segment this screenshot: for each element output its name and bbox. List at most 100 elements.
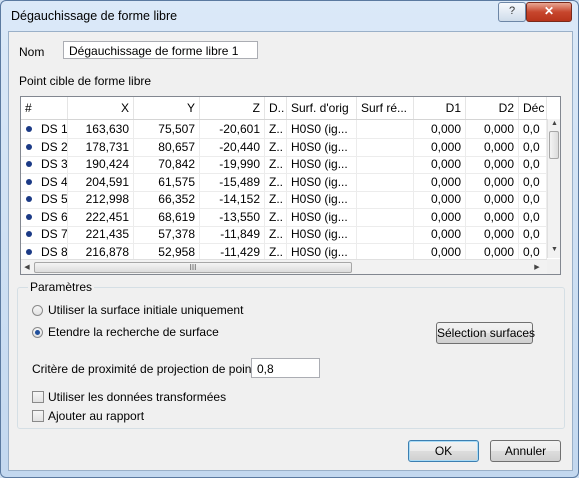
cell-surf_orig[interactable]: H0S0 (ig... bbox=[287, 207, 357, 226]
cell-surf_re[interactable] bbox=[357, 225, 414, 243]
cell-y[interactable]: 57,378 bbox=[134, 225, 200, 243]
cell-x[interactable]: 216,878 bbox=[68, 242, 134, 261]
cell-z[interactable]: -11,429 bbox=[200, 242, 265, 261]
horizontal-scroll-thumb[interactable]: III bbox=[34, 262, 352, 273]
cell-id[interactable]: DS 7 bbox=[21, 225, 68, 243]
cell-d1[interactable]: 0,000 bbox=[414, 155, 466, 173]
radio-extend-search[interactable] bbox=[32, 327, 43, 338]
cell-surf_orig[interactable]: H0S0 (ig... bbox=[287, 155, 357, 173]
cell-z[interactable]: -20,440 bbox=[200, 137, 265, 156]
cell-d2[interactable]: 0,000 bbox=[466, 172, 519, 191]
surface-selection-button[interactable]: Sélection surfaces bbox=[436, 322, 535, 344]
cell-surf_re[interactable] bbox=[357, 242, 414, 261]
radio-initial-surface-label[interactable]: Utiliser la surface initiale uniquement bbox=[48, 303, 243, 317]
cell-d1[interactable]: 0,000 bbox=[414, 242, 466, 261]
cell-y[interactable]: 80,657 bbox=[134, 137, 200, 156]
cell-d2[interactable]: 0,000 bbox=[466, 120, 519, 138]
cell-d2[interactable]: 0,000 bbox=[466, 207, 519, 226]
cell-id[interactable]: DS 6 bbox=[21, 207, 68, 226]
cell-d[interactable]: Z.. bbox=[265, 190, 287, 208]
cell-d2[interactable]: 0,000 bbox=[466, 242, 519, 261]
name-input[interactable]: Dégauchissage de forme libre 1 bbox=[63, 41, 258, 59]
cell-surf_re[interactable] bbox=[357, 120, 414, 138]
column-header-dec[interactable]: Déc bbox=[519, 97, 547, 119]
column-header-y[interactable]: Y bbox=[134, 97, 200, 119]
vertical-scroll-thumb[interactable] bbox=[549, 131, 559, 159]
grid-vertical-scrollbar[interactable]: ▲ ▼ bbox=[547, 119, 560, 258]
column-header-x[interactable]: X bbox=[68, 97, 134, 119]
cell-x[interactable]: 222,451 bbox=[68, 207, 134, 226]
cell-dec[interactable]: 0,0 bbox=[519, 120, 547, 138]
title-bar[interactable]: Dégauchissage de forme libre ? ✕ bbox=[1, 1, 578, 31]
cell-x[interactable]: 204,591 bbox=[68, 172, 134, 191]
column-header-d2[interactable]: D2 bbox=[466, 97, 519, 119]
cell-id[interactable]: DS 4 bbox=[21, 172, 68, 191]
checkbox-add-report[interactable] bbox=[32, 410, 44, 422]
close-button[interactable]: ✕ bbox=[526, 2, 572, 22]
cell-d2[interactable]: 0,000 bbox=[466, 225, 519, 243]
column-header-z[interactable]: Z bbox=[200, 97, 265, 119]
table-row[interactable]: DS 1 163,630 75,507 -20,601 Z.. H0S0 (ig... 0,… bbox=[21, 120, 547, 139]
cell-z[interactable]: -14,152 bbox=[200, 190, 265, 208]
cell-surf_orig[interactable]: H0S0 (ig... bbox=[287, 190, 357, 208]
column-header-d[interactable]: D.. bbox=[265, 97, 287, 119]
cell-surf_orig[interactable]: H0S0 (ig... bbox=[287, 120, 357, 138]
cell-d2[interactable]: 0,000 bbox=[466, 137, 519, 156]
cell-surf_orig[interactable]: H0S0 (ig... bbox=[287, 242, 357, 261]
cell-dec[interactable]: 0,0 bbox=[519, 137, 547, 156]
cell-dec[interactable]: 0,0 bbox=[519, 172, 547, 191]
cell-id[interactable]: DS 3 bbox=[21, 155, 68, 173]
radio-extend-search-label[interactable]: Etendre la recherche de surface bbox=[48, 325, 219, 339]
cell-d1[interactable]: 0,000 bbox=[414, 137, 466, 156]
cell-y[interactable]: 70,842 bbox=[134, 155, 200, 173]
cell-d[interactable]: Z.. bbox=[265, 242, 287, 261]
cell-surf_orig[interactable]: H0S0 (ig... bbox=[287, 172, 357, 191]
cell-d1[interactable]: 0,000 bbox=[414, 207, 466, 226]
cell-x[interactable]: 212,998 bbox=[68, 190, 134, 208]
table-row[interactable]: DS 3 190,424 70,842 -19,990 Z.. H0S0 (ig... 0,… bbox=[21, 155, 547, 174]
cell-d[interactable]: Z.. bbox=[265, 225, 287, 243]
cell-surf_re[interactable] bbox=[357, 137, 414, 156]
cell-surf_re[interactable] bbox=[357, 155, 414, 173]
table-row[interactable]: DS 7 221,435 57,378 -11,849 Z.. H0S0 (ig... 0,… bbox=[21, 225, 547, 244]
cell-surf_orig[interactable]: H0S0 (ig... bbox=[287, 225, 357, 243]
cell-z[interactable]: -20,601 bbox=[200, 120, 265, 138]
cell-d[interactable]: Z.. bbox=[265, 120, 287, 138]
table-row[interactable]: DS 6 222,451 68,619 -13,550 Z.. H0S0 (ig... 0,… bbox=[21, 207, 547, 227]
scroll-left-arrow-icon[interactable]: ◀ bbox=[23, 263, 31, 271]
cell-d[interactable]: Z.. bbox=[265, 155, 287, 173]
cell-id[interactable]: DS 1 bbox=[21, 120, 68, 138]
cell-surf_re[interactable] bbox=[357, 207, 414, 226]
cell-z[interactable]: -15,489 bbox=[200, 172, 265, 191]
cell-d[interactable]: Z.. bbox=[265, 137, 287, 156]
table-row[interactable]: DS 2 178,731 80,657 -20,440 Z.. H0S0 (ig... 0,… bbox=[21, 137, 547, 157]
checkbox-use-transformed[interactable] bbox=[32, 391, 44, 403]
cell-d2[interactable]: 0,000 bbox=[466, 190, 519, 208]
scroll-down-arrow-icon[interactable]: ▼ bbox=[548, 246, 560, 253]
column-header-id[interactable]: # bbox=[21, 97, 68, 119]
cell-id[interactable]: DS 8 bbox=[21, 242, 68, 261]
cell-d2[interactable]: 0,000 bbox=[466, 155, 519, 173]
ok-button[interactable]: OK bbox=[408, 440, 479, 462]
checkbox-use-transformed-label[interactable]: Utiliser les données transformées bbox=[48, 390, 226, 404]
cell-y[interactable]: 68,619 bbox=[134, 207, 200, 226]
cell-surf_re[interactable] bbox=[357, 172, 414, 191]
cell-d1[interactable]: 0,000 bbox=[414, 120, 466, 138]
cell-id[interactable]: DS 2 bbox=[21, 137, 68, 156]
column-header-surf-orig[interactable]: Surf. d'orig bbox=[287, 97, 357, 119]
scroll-right-arrow-icon[interactable]: ▶ bbox=[533, 263, 541, 271]
table-row[interactable]: DS 4 204,591 61,575 -15,489 Z.. H0S0 (ig... 0,… bbox=[21, 172, 547, 192]
cell-surf_orig[interactable]: H0S0 (ig... bbox=[287, 137, 357, 156]
cell-y[interactable]: 75,507 bbox=[134, 120, 200, 138]
help-button[interactable]: ? bbox=[498, 2, 526, 22]
cell-x[interactable]: 178,731 bbox=[68, 137, 134, 156]
radio-initial-surface[interactable] bbox=[32, 305, 43, 316]
checkbox-add-report-label[interactable]: Ajouter au rapport bbox=[48, 409, 144, 423]
cell-dec[interactable]: 0,0 bbox=[519, 190, 547, 208]
cell-d1[interactable]: 0,000 bbox=[414, 172, 466, 191]
grid-horizontal-scrollbar[interactable]: ◀ III ▶ bbox=[21, 259, 547, 274]
cell-surf_re[interactable] bbox=[357, 190, 414, 208]
cell-y[interactable]: 52,958 bbox=[134, 242, 200, 261]
table-row[interactable]: DS 5 212,998 66,352 -14,152 Z.. H0S0 (ig... 0,… bbox=[21, 190, 547, 209]
column-header-d1[interactable]: D1 bbox=[414, 97, 466, 119]
